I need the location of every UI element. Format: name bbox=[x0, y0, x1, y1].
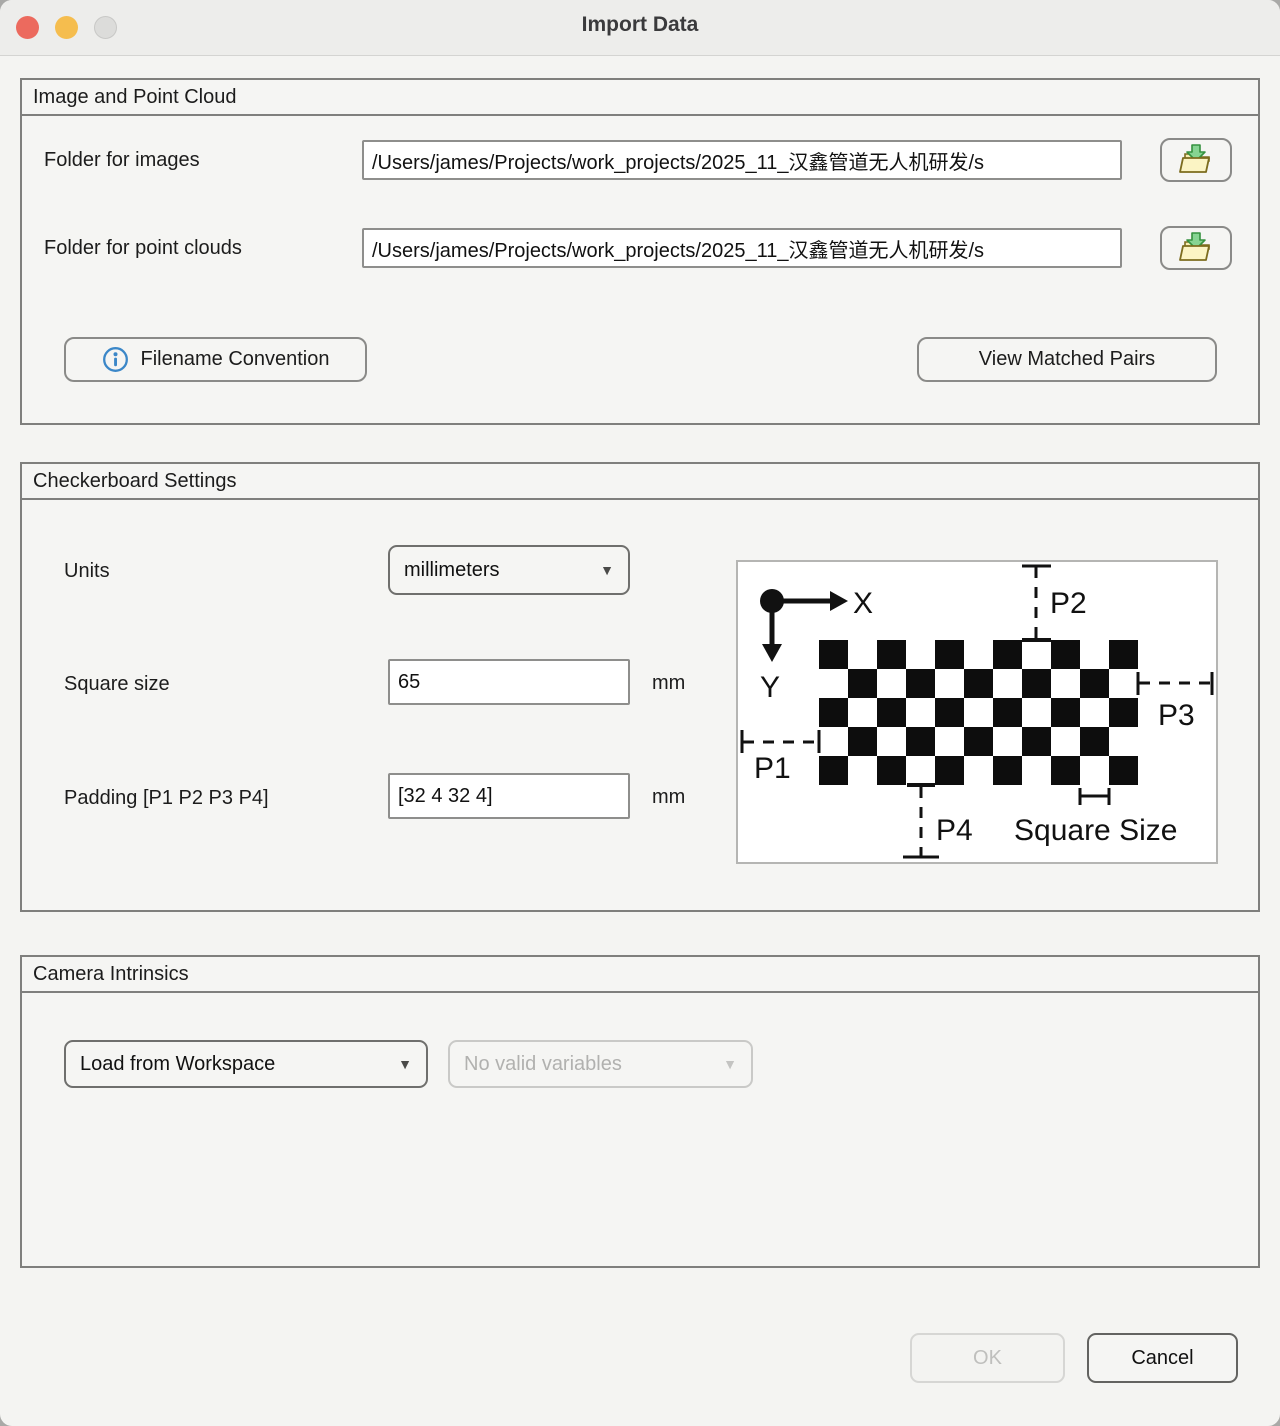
square-size-input[interactable] bbox=[388, 659, 630, 705]
units-dropdown[interactable]: millimeters ▼ bbox=[388, 545, 630, 595]
filename-convention-label: Filename Convention bbox=[141, 348, 330, 371]
intrinsics-source-dropdown[interactable]: Load from Workspace ▼ bbox=[64, 1040, 428, 1088]
filename-convention-button[interactable]: Filename Convention bbox=[64, 337, 367, 382]
workspace-variables-dropdown: No valid variables ▼ bbox=[448, 1040, 753, 1088]
view-matched-pairs-button[interactable]: View Matched Pairs bbox=[917, 337, 1217, 382]
ok-button: OK bbox=[910, 1333, 1065, 1383]
browse-pointclouds-button[interactable] bbox=[1160, 226, 1232, 270]
ok-label: OK bbox=[973, 1347, 1002, 1370]
checkerboard-diagram-svg: X Y P2 P3 P1 bbox=[738, 562, 1216, 862]
y-axis-arrowhead-icon bbox=[762, 644, 782, 662]
units-label: Units bbox=[64, 559, 110, 583]
folder-pointclouds-label: Folder for point clouds bbox=[44, 236, 242, 260]
titlebar: Import Data bbox=[0, 0, 1280, 56]
folder-pointclouds-input[interactable] bbox=[362, 228, 1122, 268]
p1-label: P1 bbox=[754, 752, 791, 785]
y-axis-label: Y bbox=[760, 671, 780, 704]
dialog-title: Import Data bbox=[0, 13, 1280, 37]
folder-images-input[interactable] bbox=[362, 140, 1122, 180]
chevron-down-icon: ▼ bbox=[723, 1056, 737, 1072]
folder-images-label: Folder for images bbox=[44, 148, 200, 172]
cancel-button[interactable]: Cancel bbox=[1087, 1333, 1238, 1383]
group-title-image-point-cloud: Image and Point Cloud bbox=[22, 80, 1258, 116]
group-title-checkerboard-settings: Checkerboard Settings bbox=[22, 464, 1258, 500]
open-folder-icon bbox=[1176, 143, 1216, 177]
p2-label: P2 bbox=[1050, 587, 1087, 620]
padding-unit: mm bbox=[652, 786, 685, 809]
chevron-down-icon: ▼ bbox=[600, 562, 614, 578]
padding-input[interactable] bbox=[388, 773, 630, 819]
square-size-caption: Square Size bbox=[1014, 814, 1177, 847]
view-matched-pairs-label: View Matched Pairs bbox=[979, 348, 1155, 371]
checkerboard-cells bbox=[819, 640, 1138, 785]
x-axis-arrowhead-icon bbox=[830, 591, 848, 611]
p3-label: P3 bbox=[1158, 699, 1195, 732]
p4-label: P4 bbox=[936, 814, 973, 847]
group-title-camera-intrinsics: Camera Intrinsics bbox=[22, 957, 1258, 993]
info-icon bbox=[102, 346, 129, 373]
open-folder-icon bbox=[1176, 231, 1216, 265]
import-data-dialog: Import Data Image and Point Cloud Folder… bbox=[0, 0, 1280, 1426]
square-size-label: Square size bbox=[64, 672, 170, 696]
checkerboard-diagram: X Y P2 P3 P1 bbox=[736, 560, 1218, 864]
camera-intrinsics-group: Camera Intrinsics Load from Workspace ▼ … bbox=[20, 955, 1260, 1268]
intrinsics-source-selected-value: Load from Workspace bbox=[80, 1053, 275, 1076]
padding-label: Padding [P1 P2 P3 P4] bbox=[64, 786, 269, 810]
chevron-down-icon: ▼ bbox=[398, 1056, 412, 1072]
workspace-variables-selected-value: No valid variables bbox=[464, 1053, 622, 1076]
browse-images-button[interactable] bbox=[1160, 138, 1232, 182]
checkerboard-settings-group: Checkerboard Settings Units millimeters … bbox=[20, 462, 1260, 912]
image-point-cloud-group: Image and Point Cloud Folder for images … bbox=[20, 78, 1260, 425]
cancel-label: Cancel bbox=[1131, 1347, 1193, 1370]
square-size-unit: mm bbox=[652, 672, 685, 695]
units-selected-value: millimeters bbox=[404, 559, 500, 582]
x-axis-label: X bbox=[853, 587, 873, 620]
